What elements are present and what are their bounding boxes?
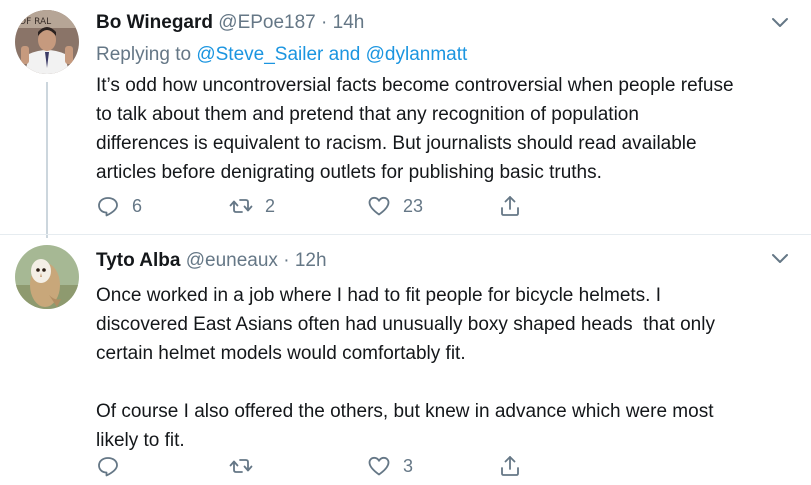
share-button[interactable] (498, 193, 522, 219)
reply-button[interactable]: 6 (96, 193, 142, 219)
replying-to-prefix: Replying to (96, 44, 192, 65)
thread-connector-line (46, 82, 48, 238)
tweet-tyto-alba[interactable]: Tyto Alba @euneaux · 12h Once worked in … (0, 234, 811, 485)
retweet-count: 2 (265, 195, 276, 216)
like-button[interactable]: 3 (367, 453, 413, 479)
retweet-icon (229, 199, 253, 213)
heart-icon (368, 196, 390, 216)
like-button[interactable]: 23 (367, 193, 423, 219)
like-count: 23 (403, 195, 424, 216)
separator-dot: · (321, 12, 328, 33)
user-handle[interactable]: @euneaux (186, 250, 278, 271)
chevron-down-icon[interactable] (771, 252, 789, 264)
avatar[interactable] (15, 245, 79, 309)
reply-icon (98, 197, 118, 217)
avatar-image (15, 245, 79, 309)
tweet-bo-winegard[interactable]: OF RAL Bo Winegard @EPoe187 · 14h Replyi… (0, 0, 811, 238)
reply-icon (98, 457, 118, 477)
share-button[interactable] (498, 453, 522, 479)
timestamp[interactable]: 14h (333, 12, 365, 33)
tweet-header: Bo Winegard @EPoe187 · 14h (96, 12, 364, 34)
timestamp[interactable]: 12h (295, 250, 327, 271)
display-name[interactable]: Tyto Alba (96, 250, 180, 271)
svg-text:OF RAL: OF RAL (19, 17, 51, 27)
share-icon (501, 196, 519, 216)
avatar[interactable]: OF RAL (15, 10, 79, 74)
tweet-actions: 6 2 23 (96, 193, 576, 219)
reply-button[interactable] (96, 453, 132, 479)
heart-icon (368, 456, 390, 476)
avatar-image: OF RAL (15, 10, 79, 74)
replying-to: Replying to @Steve_Sailer and @dylanmatt (96, 44, 467, 66)
tweet-header: Tyto Alba @euneaux · 12h (96, 250, 327, 272)
replying-to-links[interactable]: @Steve_Sailer and @dylanmatt (196, 44, 467, 65)
chevron-down-icon[interactable] (771, 16, 789, 28)
retweet-icon (229, 459, 253, 473)
reply-count: 6 (132, 195, 143, 216)
retweet-button[interactable] (229, 453, 265, 479)
retweet-button[interactable]: 2 (229, 193, 275, 219)
separator-dot: · (283, 250, 290, 271)
tweet-text: It’s odd how uncontroversial facts becom… (96, 75, 734, 183)
tweet-actions: 3 (96, 453, 576, 479)
like-count: 3 (403, 455, 414, 476)
tweet-text: Once worked in a job where I had to fit … (96, 285, 715, 451)
share-icon (501, 456, 519, 476)
user-handle[interactable]: @EPoe187 (218, 12, 315, 33)
display-name[interactable]: Bo Winegard (96, 12, 213, 33)
